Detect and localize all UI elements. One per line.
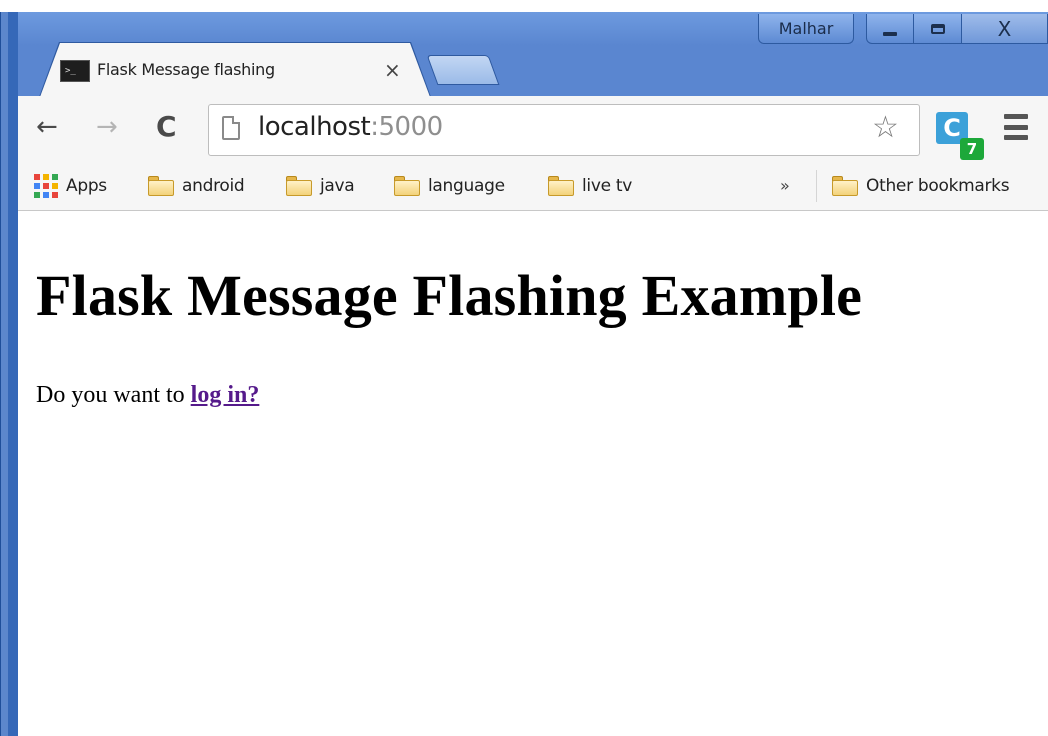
- menu-hamburger-icon[interactable]: [1004, 114, 1028, 140]
- maximize-icon: [930, 23, 945, 34]
- extension-badge: 7: [960, 138, 984, 160]
- login-prompt: Do you want to log in?: [36, 382, 259, 409]
- window-controls: X: [866, 14, 1048, 44]
- desktop-strip: [0, 0, 1048, 12]
- minimize-icon: [883, 31, 897, 36]
- close-window-button[interactable]: X: [962, 14, 1048, 44]
- bookmarks-overflow-icon[interactable]: »: [780, 176, 790, 195]
- bookmark-label: Other bookmarks: [866, 176, 1010, 196]
- bookmark-apps[interactable]: Apps: [34, 171, 107, 201]
- reload-icon[interactable]: C: [156, 110, 177, 143]
- bookmark-other-bookmarks[interactable]: Other bookmarks: [832, 171, 1010, 201]
- browser-window: Malhar X >_ Flask Message flashing × ← →…: [0, 0, 1048, 736]
- bookmark-label: java: [320, 176, 355, 196]
- terminal-favicon-icon: >_: [60, 60, 90, 82]
- url-port: :5000: [370, 112, 443, 142]
- forward-arrow-icon[interactable]: →: [96, 112, 118, 142]
- apps-grid-icon: [34, 174, 58, 198]
- folder-icon: [548, 176, 574, 196]
- url-host: localhost: [258, 112, 371, 142]
- bookmark-folder-android[interactable]: android: [148, 171, 245, 201]
- prompt-text: Do you want to: [36, 382, 191, 408]
- bookmark-label: Apps: [66, 176, 107, 196]
- minimize-button[interactable]: [866, 14, 914, 44]
- profile-name: Malhar: [778, 19, 834, 38]
- bookmarks-divider: [816, 170, 817, 202]
- folder-icon: [832, 176, 858, 196]
- bookmark-label: language: [428, 176, 505, 196]
- maximize-button[interactable]: [914, 14, 962, 44]
- back-arrow-icon[interactable]: ←: [36, 112, 58, 142]
- window-left-border: [0, 12, 18, 736]
- page-heading: Flask Message Flashing Example: [36, 263, 863, 328]
- login-link[interactable]: log in?: [191, 382, 260, 408]
- tab-title: Flask Message flashing: [97, 60, 275, 79]
- url-text[interactable]: localhost:5000: [258, 112, 443, 142]
- tab-close-icon[interactable]: ×: [384, 58, 401, 82]
- bookmark-label: android: [182, 176, 245, 196]
- bookmark-folder-language[interactable]: language: [394, 171, 505, 201]
- page-icon: [222, 116, 240, 140]
- bookmark-label: live tv: [582, 176, 632, 196]
- folder-icon: [148, 176, 174, 196]
- folder-icon: [286, 176, 312, 196]
- bookmark-folder-java[interactable]: java: [286, 171, 355, 201]
- profile-button[interactable]: Malhar: [758, 14, 854, 44]
- folder-icon: [394, 176, 420, 196]
- close-icon: X: [997, 16, 1012, 41]
- bookmark-folder-live-tv[interactable]: live tv: [548, 171, 632, 201]
- new-tab-button[interactable]: [426, 55, 500, 85]
- bookmark-star-icon[interactable]: ☆: [872, 110, 899, 145]
